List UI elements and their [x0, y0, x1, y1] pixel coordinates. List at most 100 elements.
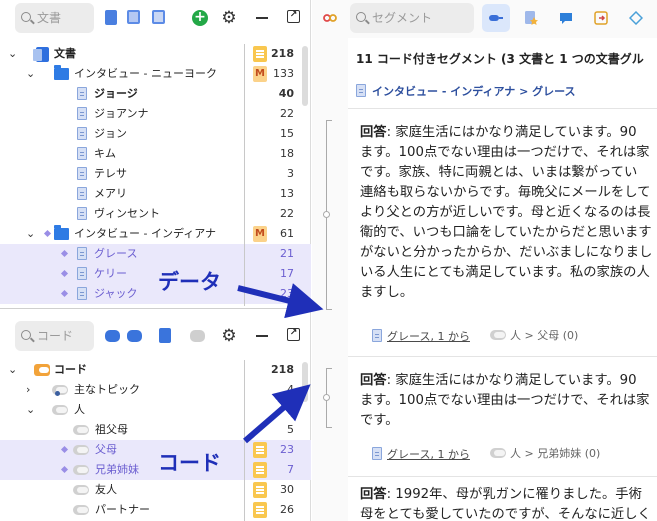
document-row[interactable]: ジョアンナ 22: [0, 104, 311, 124]
segments-list: 11 コード付きセグメント (3 文書と 1 つの文書グル インタビュー - イ…: [348, 38, 657, 521]
segments-list-icon: [489, 15, 503, 21]
segment-line: より父との方が近しいです。母と近くなるのは長: [360, 205, 651, 220]
export-button[interactable]: [587, 4, 615, 32]
segment-breadcrumb[interactable]: インタビュー - インディアナ > グレース: [356, 82, 576, 99]
segment-text[interactable]: 回答: 家庭生活にはかなり満足しています。90 ます。100点でない理由は一つだ…: [360, 371, 649, 431]
code-row[interactable]: › 主なトピック 4: [0, 380, 311, 400]
segment-line: 回答: 1992年、母が乳ガンに罹りました。手術: [360, 487, 642, 502]
segment-bracket[interactable]: [323, 368, 332, 428]
document-row[interactable]: ジョン 15: [0, 124, 311, 144]
favorite-filter-button[interactable]: [517, 4, 545, 32]
segment-card[interactable]: 回答: 1992年、母が乳ガンに罹りました。手術 母をとても愛していたのですが、…: [348, 476, 657, 521]
memo-icon[interactable]: [253, 462, 267, 478]
activation-icon[interactable]: [316, 4, 344, 32]
code-row-selected[interactable]: 父母 23: [0, 440, 311, 460]
segment-line: ます。100点でない理由は一つだけで、それは家: [360, 393, 650, 408]
code-row[interactable]: 友人 30: [0, 480, 311, 500]
document-group-row[interactable]: ⌄ インタビュー - ニューヨーク M 133: [0, 64, 311, 84]
more-button[interactable]: [622, 4, 650, 32]
segment-text[interactable]: 回答: 1992年、母が乳ガンに罹りました。手術 母をとても愛していたのですが、…: [360, 485, 651, 521]
popout-icon[interactable]: ↗: [287, 10, 300, 23]
segment-code-ref[interactable]: 人 > 兄弟姉妹 (0): [490, 445, 600, 461]
documents-scrollbar[interactable]: [302, 46, 308, 106]
document-icon: [77, 267, 87, 280]
segment-source-link[interactable]: グレース, 1 から: [387, 330, 470, 343]
document-row[interactable]: キム 18: [0, 144, 311, 164]
code-row[interactable]: 祖父母 5: [0, 420, 311, 440]
document-icon: [372, 447, 382, 460]
activation-diamond-icon: [60, 269, 69, 278]
code-tag-icon: [73, 445, 89, 455]
segment-bracket[interactable]: [323, 120, 332, 310]
search-icon: [21, 12, 31, 22]
chevron-down-icon[interactable]: ⌄: [26, 227, 35, 240]
search-icon: [21, 330, 31, 340]
document-row[interactable]: メアリ 13: [0, 184, 311, 204]
code-tag-icon: [490, 330, 506, 340]
memo-icon[interactable]: [253, 442, 267, 458]
document-icon: [77, 287, 87, 300]
activation-diamond-icon: [60, 465, 69, 474]
document-row[interactable]: テレサ 3: [0, 164, 311, 184]
document-row[interactable]: ヴィンセント 22: [0, 204, 311, 224]
document-row-selected[interactable]: ジャック 23: [0, 284, 311, 304]
documents-root-row[interactable]: ⌄ 文書 218: [0, 44, 311, 64]
document-group-row[interactable]: ⌄ インタビュー - インディアナ M 61: [0, 224, 311, 244]
code-tag-icon: [73, 485, 89, 495]
code-row[interactable]: パートナー 26: [0, 500, 311, 520]
document-row-selected[interactable]: グレース 21: [0, 244, 311, 264]
segment-source-link[interactable]: グレース, 1 から: [387, 448, 470, 461]
segment-card[interactable]: 回答: 家庭生活にはかなり満足しています。90 ます。100点でない理由は一つだ…: [348, 108, 657, 348]
memo-icon[interactable]: [253, 482, 267, 498]
memo-icon[interactable]: [253, 502, 267, 518]
document-row[interactable]: ジョージ 40: [0, 84, 311, 104]
segment-card[interactable]: 回答: 家庭生活にはかなり満足しています。90 ます。100点でない理由は一つだ…: [348, 356, 657, 472]
memo-m-badge[interactable]: M: [253, 226, 267, 242]
memo-m-badge[interactable]: M: [253, 66, 267, 82]
document-icon: [77, 147, 87, 160]
codes-scrollbar[interactable]: [302, 362, 308, 402]
segment-code-ref[interactable]: 人 > 父母 (0): [490, 327, 578, 343]
comment-button[interactable]: [552, 4, 580, 32]
chevron-down-icon[interactable]: ⌄: [26, 67, 35, 80]
document-filter-icon[interactable]: [127, 10, 140, 24]
code-row[interactable]: ⌄ 人 0: [0, 400, 311, 420]
memo-icon[interactable]: [253, 46, 267, 62]
code-set-icon[interactable]: [159, 328, 171, 343]
chevron-down-icon[interactable]: ⌄: [26, 403, 35, 416]
chevron-right-icon[interactable]: ›: [26, 383, 30, 396]
pane-splitter[interactable]: [0, 308, 311, 309]
gear-icon[interactable]: ⚙: [221, 328, 237, 345]
segment-line: です。家族、特に両親とは、いまは繋がってい: [360, 165, 638, 180]
segments-count-title: 11 コード付きセグメント (3 文書と 1 つの文書グル: [356, 52, 644, 66]
segment-text[interactable]: 回答: 家庭生活にはかなり満足しています。90 ます。100点でない理由は一つだ…: [360, 123, 652, 303]
code-tag-icon: [73, 465, 89, 475]
document-row-selected[interactable]: ケリー 17: [0, 264, 311, 284]
documents-search-input[interactable]: 文書: [15, 3, 94, 33]
new-code-icon[interactable]: [105, 330, 120, 342]
gear-icon[interactable]: ⚙: [221, 10, 237, 27]
document-icon: [77, 107, 87, 120]
document-set-icon[interactable]: [152, 10, 165, 24]
document-icon: [77, 187, 87, 200]
codes-root-row[interactable]: ⌄ コード 218: [0, 360, 311, 380]
segment-line: 回答: 家庭生活にはかなり満足しています。90: [360, 373, 637, 388]
document-icon: [77, 247, 87, 260]
code-row-selected[interactable]: 兄弟姉妹 7: [0, 460, 311, 480]
popout-icon[interactable]: ↗: [287, 328, 300, 341]
code-filter-icon[interactable]: [127, 330, 142, 342]
add-code-icon[interactable]: [190, 330, 205, 342]
annotation-code-label: コード: [158, 451, 221, 475]
document-icon: [77, 127, 87, 140]
segments-search-input[interactable]: セグメント: [350, 3, 474, 33]
chevron-down-icon[interactable]: ⌄: [8, 47, 17, 60]
minimize-icon[interactable]: [256, 17, 268, 19]
new-document-icon[interactable]: [105, 10, 117, 25]
segment-line: がないと分かったからか、だいぶましになりまし: [360, 245, 653, 260]
minimize-icon[interactable]: [256, 335, 268, 337]
chevron-down-icon[interactable]: ⌄: [8, 363, 17, 376]
segment-line: いる人生にとても満足しています。私の家族の人: [360, 265, 650, 280]
segment-view-toggle[interactable]: [482, 4, 510, 32]
add-icon[interactable]: +: [192, 10, 208, 26]
codes-search-input[interactable]: コード: [15, 321, 94, 351]
